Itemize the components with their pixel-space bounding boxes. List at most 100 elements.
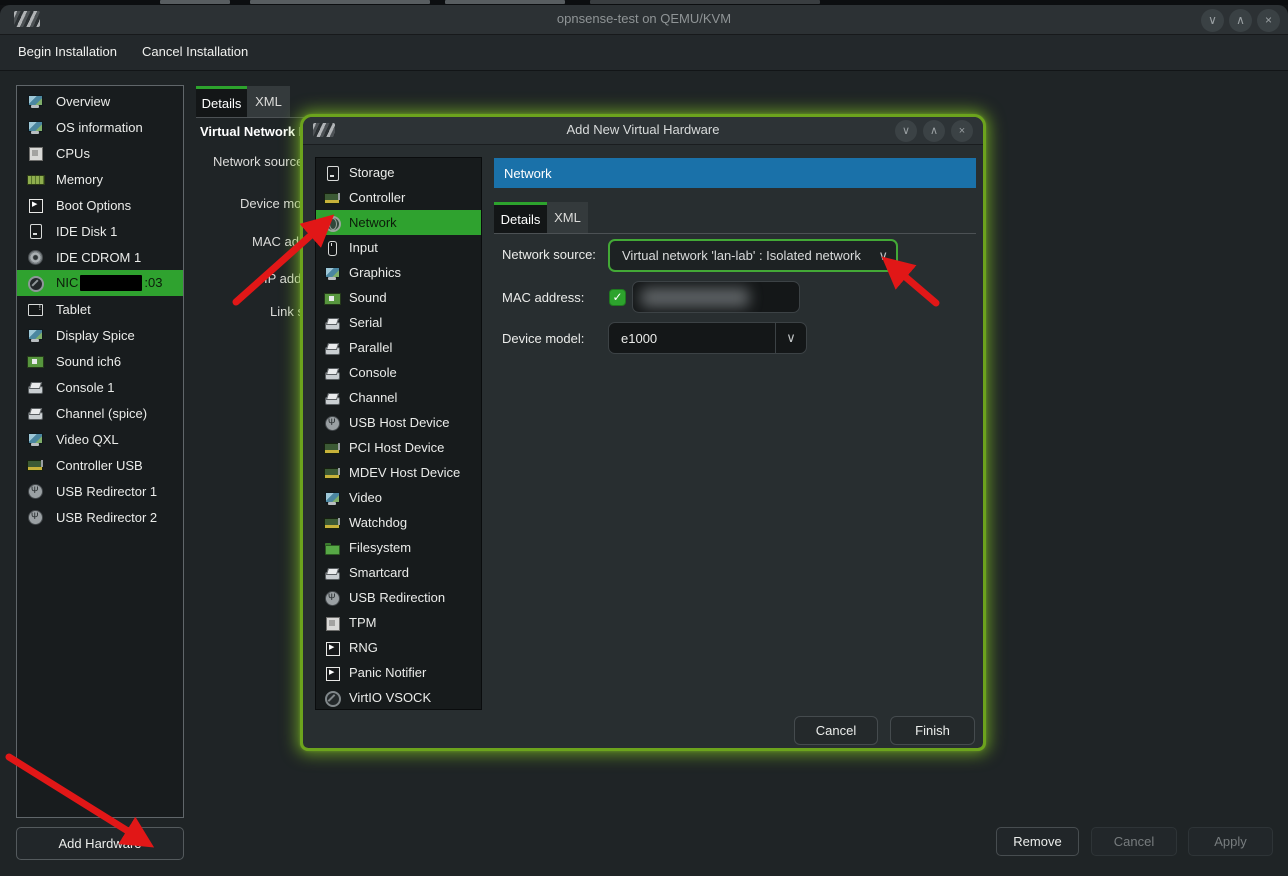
hw-type-network-selected[interactable]: Network xyxy=(316,210,481,235)
chevron-down-icon[interactable]: ∨ xyxy=(1201,9,1224,32)
serial-device-icon xyxy=(27,405,43,421)
disk-icon xyxy=(324,165,340,181)
hw-type-parallel[interactable]: Parallel xyxy=(316,335,481,360)
network-source-label: Network source: xyxy=(213,154,307,169)
hw-type-sound[interactable]: Sound xyxy=(316,285,481,310)
network-source-label: Network source: xyxy=(502,247,596,262)
chevron-down-icon[interactable]: ∨ xyxy=(895,120,917,142)
usb-icon xyxy=(324,415,340,431)
close-icon[interactable]: × xyxy=(1257,9,1280,32)
sidebar-item-channel-spice[interactable]: Channel (spice) xyxy=(17,400,183,426)
sidebar-item-ide-cdrom-1[interactable]: IDE CDROM 1 xyxy=(17,244,183,270)
sidebar-item-console-1[interactable]: Console 1 xyxy=(17,374,183,400)
sidebar-item-boot-options[interactable]: Boot Options xyxy=(17,192,183,218)
hw-type-channel[interactable]: Channel xyxy=(316,385,481,410)
add-hardware-dialog: Add New Virtual Hardware ∨ ∧ × Storage C… xyxy=(303,117,983,748)
sidebar-item-sound-ich6[interactable]: Sound ich6 xyxy=(17,348,183,374)
main-toolbar: Begin Installation Cancel Installation xyxy=(0,35,1288,71)
remove-button[interactable]: Remove xyxy=(996,827,1079,856)
mac-address-checkbox[interactable]: ✓ xyxy=(609,289,626,306)
sidebar-item-display-spice[interactable]: Display Spice xyxy=(17,322,183,348)
mac-address-input[interactable] xyxy=(632,281,800,313)
hardware-sidebar-list: Overview OS information CPUs Memory Boot… xyxy=(16,85,184,818)
sliver-fragment xyxy=(160,0,230,4)
pci-card-icon xyxy=(324,440,340,456)
hw-type-usb-redirection[interactable]: USB Redirection xyxy=(316,585,481,610)
hw-type-watchdog[interactable]: Watchdog xyxy=(316,510,481,535)
device-model-label: Device model: xyxy=(502,331,584,346)
pci-card-icon xyxy=(324,190,340,206)
folder-icon xyxy=(324,540,340,556)
sidebar-item-os-information[interactable]: OS information xyxy=(17,114,183,140)
main-titlebar[interactable]: opnsense-test on QEMU/KVM ∨ ∧ × xyxy=(0,5,1288,35)
dialog-cancel-button[interactable]: Cancel xyxy=(794,716,878,745)
hw-type-controller[interactable]: Controller xyxy=(316,185,481,210)
monitor-icon xyxy=(27,431,43,447)
serial-device-icon xyxy=(324,565,340,581)
chevron-up-icon[interactable]: ∧ xyxy=(1229,9,1252,32)
hw-type-panic-notifier[interactable]: Panic Notifier xyxy=(316,660,481,685)
sidebar-item-usb-redirector-2[interactable]: USB Redirector 2 xyxy=(17,504,183,530)
hw-type-usb-host-device[interactable]: USB Host Device xyxy=(316,410,481,435)
close-icon[interactable]: × xyxy=(951,120,973,142)
apply-button[interactable]: Apply xyxy=(1188,827,1273,856)
dialog-tab-details[interactable]: Details xyxy=(494,202,547,233)
sidebar-item-nic-selected[interactable]: NIC:03 xyxy=(17,270,183,296)
screen: opnsense-test on QEMU/KVM ∨ ∧ × Begin In… xyxy=(0,0,1288,876)
tab-details[interactable]: Details xyxy=(196,86,247,117)
sidebar-item-controller-usb[interactable]: Controller USB xyxy=(17,452,183,478)
monitor-icon xyxy=(27,93,43,109)
sliver-fragment xyxy=(445,0,565,4)
dialog-tab-separator xyxy=(494,233,976,234)
hw-type-input[interactable]: Input xyxy=(316,235,481,260)
sound-icon xyxy=(27,353,43,369)
sidebar-item-tablet[interactable]: Tablet xyxy=(17,296,183,322)
hw-type-serial[interactable]: Serial xyxy=(316,310,481,335)
dialog-finish-button[interactable]: Finish xyxy=(890,716,975,745)
sidebar-item-overview[interactable]: Overview xyxy=(17,88,183,114)
sidebar-item-video-qxl[interactable]: Video QXL xyxy=(17,426,183,452)
cancel-button[interactable]: Cancel xyxy=(1091,827,1177,856)
window-title: opnsense-test on QEMU/KVM xyxy=(0,11,1288,26)
network-source-dropdown[interactable]: Virtual network 'lan-lab' : Isolated net… xyxy=(608,239,898,272)
redacted-mac-value xyxy=(641,288,749,307)
monitor-icon xyxy=(324,265,340,281)
hw-type-console[interactable]: Console xyxy=(316,360,481,385)
boot-icon xyxy=(27,197,43,213)
serial-device-icon xyxy=(324,315,340,331)
begin-installation-button[interactable]: Begin Installation xyxy=(18,44,117,59)
chevron-up-icon[interactable]: ∧ xyxy=(923,120,945,142)
hw-type-virtio-vsock[interactable]: VirtIO VSOCK xyxy=(316,685,481,710)
dialog-tab-xml[interactable]: XML xyxy=(547,202,588,233)
hw-type-tpm[interactable]: TPM xyxy=(316,610,481,635)
hw-type-storage[interactable]: Storage xyxy=(316,160,481,185)
add-hardware-button[interactable]: Add Hardware xyxy=(16,827,184,860)
sidebar-item-ide-disk-1[interactable]: IDE Disk 1 xyxy=(17,218,183,244)
usb-icon xyxy=(27,509,43,525)
hw-type-filesystem[interactable]: Filesystem xyxy=(316,535,481,560)
hw-type-graphics[interactable]: Graphics xyxy=(316,260,481,285)
boot-icon xyxy=(324,665,340,681)
pci-card-icon xyxy=(324,515,340,531)
sidebar-item-usb-redirector-1[interactable]: USB Redirector 1 xyxy=(17,478,183,504)
hw-type-video[interactable]: Video xyxy=(316,485,481,510)
hw-type-rng[interactable]: RNG xyxy=(316,635,481,660)
sidebar-item-memory[interactable]: Memory xyxy=(17,166,183,192)
sound-icon xyxy=(324,290,340,306)
device-model-dropdown[interactable]: e1000 ∨ xyxy=(608,322,807,354)
serial-device-icon xyxy=(324,340,340,356)
cancel-installation-button[interactable]: Cancel Installation xyxy=(142,44,248,59)
hw-type-smartcard[interactable]: Smartcard xyxy=(316,560,481,585)
pci-card-icon xyxy=(27,457,43,473)
hw-type-pci-host-device[interactable]: PCI Host Device xyxy=(316,435,481,460)
serial-device-icon xyxy=(27,379,43,395)
sliver-fragment xyxy=(590,0,820,4)
dialog-titlebar[interactable]: Add New Virtual Hardware ∨ ∧ × xyxy=(303,117,983,145)
sidebar-item-cpus[interactable]: CPUs xyxy=(17,140,183,166)
hw-type-mdev-host-device[interactable]: MDEV Host Device xyxy=(316,460,481,485)
boot-icon xyxy=(324,640,340,656)
tab-xml[interactable]: XML xyxy=(247,86,290,117)
disk-icon xyxy=(27,223,43,239)
network-icon xyxy=(27,275,43,291)
chevron-down-icon: ∨ xyxy=(776,330,806,346)
